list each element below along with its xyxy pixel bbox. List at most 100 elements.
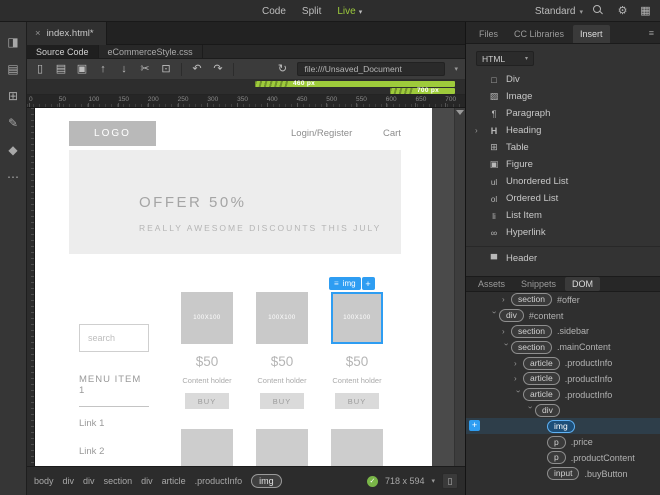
disclosure-arrow-icon[interactable] xyxy=(490,311,499,320)
element-display-badge[interactable]: img + xyxy=(329,277,375,290)
cut-icon[interactable] xyxy=(139,63,151,75)
dom-tag-pill[interactable]: div xyxy=(499,309,524,323)
product-image-placeholder[interactable]: 100X100 xyxy=(181,292,233,344)
copy-icon[interactable] xyxy=(160,63,172,75)
search-icon[interactable] xyxy=(593,4,606,18)
related-file[interactable]: eCommerceStyle.css xyxy=(99,45,203,58)
disclosure-arrow-icon[interactable] xyxy=(526,406,535,415)
dom-node[interactable]: article .productInfo xyxy=(466,355,660,371)
add-element-button[interactable]: + xyxy=(361,277,375,290)
refresh-icon[interactable] xyxy=(276,63,288,75)
view-mode-button[interactable]: Split xyxy=(302,6,321,17)
canvas-scrollbar[interactable] xyxy=(454,108,465,466)
insert-item[interactable]: Table xyxy=(466,139,660,156)
document-tab[interactable]: index.html* xyxy=(27,22,107,45)
new-file-icon[interactable] xyxy=(34,63,46,75)
panel-menu-icon[interactable] xyxy=(649,28,654,38)
dom-tag-pill[interactable]: section xyxy=(511,324,552,338)
panel-tab[interactable]: CC Libraries xyxy=(507,25,571,43)
dom-node[interactable]: section .mainContent xyxy=(466,339,660,355)
disclosure-arrow-icon[interactable] xyxy=(514,374,523,383)
dom-node[interactable]: div xyxy=(466,403,660,419)
dom-tag-pill[interactable]: p xyxy=(547,435,566,449)
expand-arrow-icon[interactable] xyxy=(475,126,482,135)
product-card[interactable]: 100X100 $50 Content holder BUY xyxy=(256,292,308,409)
offer-hero-section[interactable]: OFFER 50% REALLY AWESOME DISCOUNTS THIS … xyxy=(69,150,401,254)
redo-icon[interactable] xyxy=(212,63,224,75)
disclosure-arrow-icon[interactable] xyxy=(514,390,523,399)
tag-selector-item[interactable]: div xyxy=(83,476,95,486)
dom-tag-pill[interactable]: article xyxy=(523,388,560,402)
logo-placeholder[interactable]: LOGO xyxy=(69,121,156,146)
dom-tag-pill[interactable]: p xyxy=(547,451,566,465)
workspace-selector[interactable]: Standard xyxy=(535,6,583,17)
save-file-icon[interactable] xyxy=(76,63,88,75)
tag-selector-item[interactable]: div xyxy=(63,476,75,486)
panel-tab[interactable]: DOM xyxy=(565,277,601,291)
tag-selector-item[interactable]: .productInfo xyxy=(195,476,243,486)
extract-icon[interactable] xyxy=(7,36,18,48)
panel-tab[interactable]: Files xyxy=(472,25,505,43)
gear-icon[interactable] xyxy=(616,5,629,18)
download-icon[interactable] xyxy=(118,63,130,75)
dom-node[interactable]: div #content xyxy=(466,308,660,324)
dom-tag-pill[interactable]: article xyxy=(523,372,560,386)
upload-icon[interactable] xyxy=(97,63,109,75)
tag-selector-item[interactable]: article xyxy=(162,476,186,486)
insert-item[interactable]: Ordered List xyxy=(466,190,660,207)
insert-item[interactable]: Hyperlink xyxy=(466,224,660,241)
disclosure-arrow-icon[interactable] xyxy=(502,295,511,304)
buy-button[interactable]: BUY xyxy=(260,393,304,409)
behaviors-icon[interactable] xyxy=(8,144,17,156)
device-preview-icon[interactable] xyxy=(442,473,458,489)
dom-node[interactable]: section #offer xyxy=(466,292,660,308)
product-card[interactable]: 100X100 $50 Content holder BUY xyxy=(181,292,233,409)
dom-node[interactable]: article .productInfo xyxy=(466,387,660,403)
product-image-placeholder[interactable]: 100X100 xyxy=(256,292,308,344)
insert-item[interactable]: Heading xyxy=(466,122,660,139)
insert-item[interactable] xyxy=(466,241,660,247)
insert-item[interactable]: Image xyxy=(466,88,660,105)
address-bar[interactable]: file:///Unsaved_Document xyxy=(297,62,446,76)
cart-link[interactable]: Cart xyxy=(383,128,401,139)
address-caret-icon[interactable]: ▾ xyxy=(454,65,458,73)
buy-button[interactable]: BUY xyxy=(335,393,379,409)
insert-category-dropdown[interactable]: HTML ▾ xyxy=(476,51,534,66)
dom-node[interactable]: p .price xyxy=(466,434,660,450)
login-register-link[interactable]: Login/Register xyxy=(291,128,352,139)
insert-item[interactable]: Div xyxy=(466,71,660,88)
dom-tag-pill[interactable]: section xyxy=(511,293,552,307)
insert-icon[interactable] xyxy=(8,90,18,102)
insert-item[interactable]: Header xyxy=(466,250,660,267)
insert-item[interactable]: Figure xyxy=(466,156,660,173)
product-card[interactable]: img + 100X100 $50 Content holder BUY xyxy=(329,277,383,409)
insert-item[interactable]: Paragraph xyxy=(466,105,660,122)
dom-node[interactable]: p .productContent xyxy=(466,450,660,466)
dom-tag-pill[interactable]: input xyxy=(547,467,580,481)
disclosure-arrow-icon[interactable] xyxy=(502,327,511,336)
view-mode-button[interactable]: Live xyxy=(337,6,362,17)
files-icon[interactable] xyxy=(7,63,18,75)
related-file[interactable]: Source Code xyxy=(27,45,99,58)
dom-node[interactable]: section .sidebar xyxy=(466,324,660,340)
insert-item[interactable]: List Item xyxy=(466,207,660,224)
design-page[interactable]: LOGO Login/Register Cart OFFER 50% REALL… xyxy=(35,108,432,466)
undo-icon[interactable] xyxy=(191,63,203,75)
tag-selector-item[interactable]: div xyxy=(141,476,153,486)
media-query-scrubber-handle[interactable] xyxy=(456,110,464,115)
viewport-size-caret-icon[interactable]: ▾ xyxy=(431,477,435,485)
dom-node[interactable]: input .buyButton xyxy=(466,466,660,482)
live-view-canvas[interactable]: LOGO Login/Register Cart OFFER 50% REALL… xyxy=(27,108,465,466)
media-query-bar-700[interactable]: 700 px xyxy=(390,87,455,94)
workspace-icon[interactable] xyxy=(639,5,652,18)
hamburger-icon[interactable] xyxy=(334,277,339,290)
tag-selector-item[interactable]: img xyxy=(251,474,282,488)
tag-selector-item[interactable]: section xyxy=(104,476,133,486)
panel-tab[interactable]: Insert xyxy=(573,25,610,43)
disclosure-arrow-icon[interactable] xyxy=(502,343,511,352)
more-icon[interactable] xyxy=(7,171,19,183)
dom-node[interactable]: article .productInfo xyxy=(466,371,660,387)
insert-item[interactable]: Unordered List xyxy=(466,173,660,190)
tag-selector-item[interactable]: body xyxy=(34,476,54,486)
search-input[interactable] xyxy=(79,324,149,352)
